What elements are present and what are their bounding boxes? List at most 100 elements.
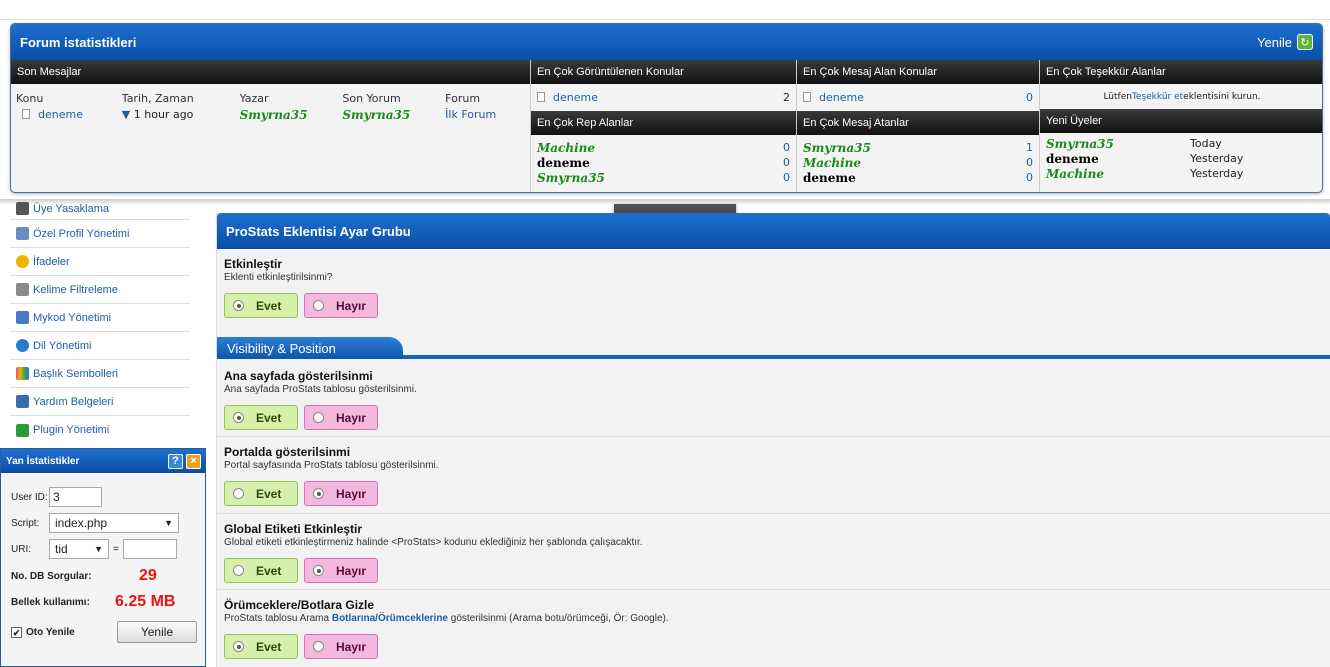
join-time: Today (1190, 137, 1222, 150)
portal-yes-option[interactable]: Evet (224, 481, 298, 506)
new-members-list: Smyrna35 Today deneme Yesterday Machine Yes… (1040, 133, 1322, 181)
user-ban-icon (16, 202, 29, 215)
uri-label: URI: (11, 543, 31, 555)
global-yes-option[interactable]: Evet (224, 558, 298, 583)
thanks-column: En Çok Teşekkür Alanlar Lütfen Teşekkür … (1040, 60, 1322, 181)
globe-icon (16, 339, 29, 352)
setting-portal: Portalda gösterilsinmi Portal sayfasında… (217, 438, 1330, 514)
most-rep-list: Machine 0 deneme 0 Smyrna35 0 (531, 135, 796, 185)
list-item: Smyrna35 Today (1040, 136, 1322, 151)
close-icon[interactable]: × (186, 453, 201, 469)
latest-time-cell: ▼ 1 hour ago (122, 108, 240, 121)
help-icon[interactable]: ? (168, 453, 183, 469)
sidebar-item-ban[interactable]: Üye Yasaklama (10, 196, 190, 220)
most-replied-header: En Çok Mesaj Alan Konular (797, 60, 1039, 84)
user-link[interactable]: Smyrna35 (803, 141, 871, 155)
user-link[interactable]: deneme (537, 156, 590, 170)
document-icon (22, 109, 30, 119)
post-count: 1 (1026, 141, 1033, 154)
sidebar-item-wordfilter[interactable]: Kelime Filtreleme (10, 276, 190, 304)
auto-refresh-checkbox[interactable]: ✔ (11, 626, 22, 638)
chevron-down-icon: ▼ (94, 544, 103, 554)
script-select[interactable]: index.php ▼ (49, 513, 179, 533)
most-posters-header: En Çok Mesaj Atanlar (797, 111, 1039, 135)
forum-stats-body: Son Mesajlar Konu deneme Tarih, Zaman ▼ … (11, 60, 1322, 192)
sidebar-item-smilies[interactable]: İfadeler (10, 248, 190, 276)
most-viewed-column: En Çok Görüntülenen Konular deneme 2 En … (531, 60, 796, 185)
post-count: 0 (1026, 171, 1033, 184)
userid-input[interactable]: 3 (49, 487, 102, 507)
user-link[interactable]: deneme (803, 171, 856, 185)
list-item: deneme Yesterday (1040, 151, 1322, 166)
user-link[interactable]: Machine (1046, 167, 1190, 181)
sidebar-menu: Üye Yasaklama Özel Profil Yönetimi İfade… (10, 196, 190, 444)
most-replied-column: En Çok Mesaj Alan Konular deneme 0 En Ço… (797, 60, 1039, 185)
smiley-icon (16, 255, 29, 268)
latest-topic-cell: deneme (16, 108, 122, 121)
most-rep-header: En Çok Rep Alanlar (531, 111, 796, 135)
sidebar-item-language[interactable]: Dil Yönetimi (10, 332, 190, 360)
most-viewed-link[interactable]: deneme (553, 91, 598, 104)
enable-no-option[interactable]: Hayır (304, 293, 378, 318)
most-replied-link[interactable]: deneme (819, 91, 864, 104)
setting-title: Portalda gösterilsinmi (224, 445, 351, 459)
uri-param-input[interactable] (122, 539, 177, 559)
latest-last-link[interactable]: Smyrna35 (342, 108, 445, 122)
setting-title: Etkinleştir (224, 257, 283, 271)
forum-stats-title: Forum istatistikleri (20, 34, 137, 50)
setting-desc: Eklenti etkinleştirilsinmi? (224, 272, 333, 283)
latest-topic-link[interactable]: deneme (38, 108, 83, 121)
index-no-option[interactable]: Hayır (304, 405, 378, 430)
uri-select[interactable]: tid ▼ (49, 539, 109, 559)
user-link[interactable]: deneme (1046, 152, 1190, 166)
side-refresh-button[interactable]: Yenile (117, 621, 197, 643)
portal-no-option[interactable]: Hayır (304, 481, 378, 506)
list-item: deneme 0 (531, 155, 796, 170)
refresh-icon: ↻ (1297, 34, 1313, 50)
user-link[interactable]: Smyrna35 (537, 171, 605, 185)
enable-yes-option[interactable]: Evet (224, 293, 298, 318)
user-link[interactable]: Smyrna35 (1046, 137, 1190, 151)
document-icon (803, 92, 811, 102)
bots-no-option[interactable]: Hayır (304, 634, 378, 659)
bots-link[interactable]: Botlarına/Örümceklerine (332, 613, 448, 624)
latest-posts-header: Son Mesajlar (11, 60, 530, 84)
db-queries-value: 29 (139, 567, 157, 584)
rep-count: 0 (783, 141, 790, 154)
list-item: deneme 2 (531, 90, 796, 105)
sidebar-item-mycode[interactable]: Mykod Yönetimi (10, 304, 190, 332)
db-queries-label: No. DB Sorgular: (11, 570, 92, 582)
sidebar-item-profile[interactable]: Özel Profil Yönetimi (10, 220, 190, 248)
sidebar-item-plugins[interactable]: Plugin Yönetimi (10, 416, 190, 444)
thanks-plugin-link[interactable]: Teşekkür et (1132, 92, 1183, 102)
latest-forum-link[interactable]: İlk Forum (445, 108, 525, 121)
join-time: Yesterday (1190, 167, 1244, 180)
memory-value: 6.25 MB (115, 593, 176, 610)
refresh-button[interactable]: Yenile ↻ (1257, 34, 1313, 50)
join-time: Yesterday (1190, 152, 1244, 165)
help-doc-icon (16, 395, 29, 408)
setting-index: Ana sayfada gösterilsinmi Ana sayfada Pr… (217, 363, 1330, 437)
setting-global-tag: Global Etiketi Etkinleştir Global etiket… (217, 515, 1330, 590)
setting-desc: ProStats tablosu Arama Botlarına/Örümcek… (224, 613, 669, 624)
latest-author-link[interactable]: Smyrna35 (240, 108, 343, 122)
setting-title: Ana sayfada gösterilsinmi (224, 369, 373, 383)
sidebar-item-helpdocs[interactable]: Yardım Belgeleri (10, 388, 190, 416)
col-last-header: Son Yorum (342, 92, 401, 105)
radio-selected (233, 641, 244, 652)
most-viewed-count: 2 (783, 91, 790, 104)
setting-desc: Portal sayfasında ProStats tablosu göste… (224, 460, 439, 471)
uri-equals: = (113, 543, 119, 555)
user-link[interactable]: Machine (803, 156, 861, 170)
most-replied-count: 0 (1026, 91, 1033, 104)
bots-yes-option[interactable]: Evet (224, 634, 298, 659)
profile-card-icon (16, 227, 29, 240)
setting-title: Örümceklere/Botlara Gizle (224, 598, 375, 612)
settings-title: ProStats Eklentisi Ayar Grubu (217, 213, 1330, 249)
section-visibility-position: Visibility & Position (217, 337, 1330, 359)
user-link[interactable]: Machine (537, 141, 595, 155)
index-yes-option[interactable]: Evet (224, 405, 298, 430)
sidebar-item-posticons[interactable]: Başlık Sembolleri (10, 360, 190, 388)
global-no-option[interactable]: Hayır (304, 558, 378, 583)
radio-selected (233, 412, 244, 423)
